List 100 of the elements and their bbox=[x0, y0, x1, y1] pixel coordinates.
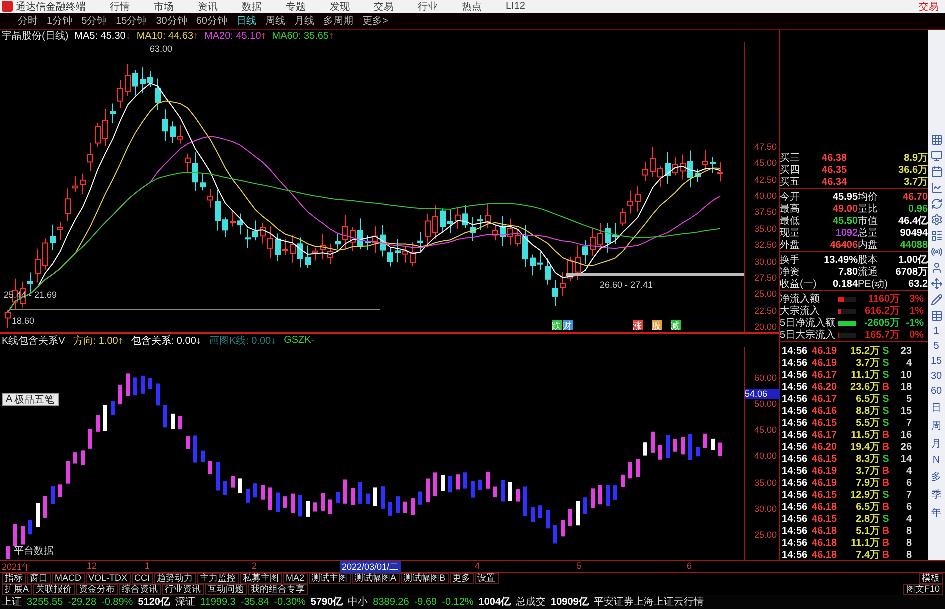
toolbar-icon[interactable] bbox=[930, 214, 942, 226]
indicator-tab[interactable]: 窗口 bbox=[27, 573, 51, 584]
period-tab[interactable]: 分时 bbox=[18, 14, 38, 28]
indicator-bar bbox=[644, 442, 648, 456]
period-shortcut[interactable]: 季 bbox=[932, 488, 942, 502]
candlestick bbox=[710, 156, 716, 174]
period-shortcut[interactable]: 15 bbox=[930, 356, 942, 367]
menu-item[interactable]: 行业 bbox=[418, 0, 438, 14]
period-shortcut[interactable]: 多 bbox=[932, 470, 942, 484]
extension-tab[interactable]: 关联报价 bbox=[33, 584, 76, 595]
menu-item[interactable]: 发现 bbox=[330, 0, 350, 14]
menu-item[interactable]: 数据 bbox=[242, 0, 262, 14]
period-tab[interactable]: 5分钟 bbox=[82, 14, 108, 28]
period-shortcut[interactable]: 30 bbox=[930, 371, 942, 382]
period-shortcut[interactable]: 日 bbox=[932, 401, 942, 415]
menu-item[interactable]: 市场 bbox=[154, 0, 174, 14]
indicator-tab[interactable]: 私募主图 bbox=[240, 573, 282, 584]
indicator-bar bbox=[254, 484, 258, 498]
indicator-tab[interactable]: 更多 bbox=[450, 573, 474, 584]
period-tab[interactable]: 30分钟 bbox=[156, 14, 188, 28]
indicator-bar bbox=[238, 478, 242, 494]
trade-side: S bbox=[882, 418, 890, 428]
period-shortcut[interactable]: 1 bbox=[934, 326, 940, 337]
candlestick bbox=[365, 234, 371, 251]
menu-item[interactable]: 资讯 bbox=[198, 0, 218, 14]
template-button[interactable]: 模板 bbox=[919, 573, 943, 584]
toolbar-icon[interactable] bbox=[930, 294, 942, 306]
indicator-bar bbox=[21, 526, 25, 545]
indicator-tab[interactable]: MACD bbox=[52, 573, 84, 584]
menu-item[interactable]: 专题 bbox=[286, 0, 306, 14]
candlestick bbox=[215, 190, 221, 232]
menu-item[interactable]: LI12 bbox=[506, 1, 526, 12]
period-tab[interactable]: 更多> bbox=[362, 14, 388, 28]
candlestick bbox=[590, 227, 596, 256]
indicator-bar bbox=[441, 475, 445, 492]
indicator-tab[interactable]: 主力监控 bbox=[197, 573, 240, 584]
indicator-bar bbox=[194, 436, 198, 463]
period-tab[interactable]: 多周期 bbox=[324, 14, 354, 28]
toolbar-icon[interactable] bbox=[930, 166, 942, 178]
period-shortcut[interactable]: 5 bbox=[934, 341, 940, 352]
indicator-tab[interactable]: 设置 bbox=[474, 573, 499, 584]
index-change: -9.69 bbox=[414, 596, 438, 608]
indicator-tab[interactable]: 趋势动力 bbox=[154, 573, 196, 584]
indicator-value: 画图K线: 0.00↓ bbox=[209, 334, 276, 348]
period-shortcut[interactable]: 60 bbox=[930, 386, 942, 397]
indicator-bar bbox=[598, 485, 602, 505]
period-tab[interactable]: 1分钟 bbox=[47, 14, 73, 28]
price-axis-label: 40.00 bbox=[754, 191, 777, 202]
toolbar-icon[interactable] bbox=[930, 230, 942, 242]
indicator-tab[interactable]: 指标 bbox=[2, 573, 26, 584]
period-tab[interactable]: 月线 bbox=[294, 14, 314, 28]
index-value: 8389.26 bbox=[373, 596, 410, 608]
fund-flow-percent: 0% bbox=[908, 330, 924, 340]
toolbar-icon[interactable] bbox=[930, 198, 942, 210]
indicator-tab[interactable]: 测试幅图B bbox=[400, 573, 449, 584]
candlestick bbox=[582, 240, 588, 265]
indicator-axis-label: 25.00 bbox=[754, 530, 777, 540]
period-shortcut[interactable]: 年 bbox=[932, 506, 942, 520]
period-shortcut[interactable]: 周 bbox=[932, 419, 942, 433]
extension-tab[interactable]: 互动问题 bbox=[205, 584, 248, 595]
fund-flow-percent: 3% bbox=[908, 294, 924, 304]
trade-button[interactable]: 交易 bbox=[919, 0, 939, 14]
period-tab[interactable]: 日线 bbox=[236, 14, 256, 28]
indicator-tab[interactable]: CCI bbox=[132, 573, 154, 584]
indicator-tab[interactable]: VOL-TDX bbox=[86, 573, 131, 584]
menu-item[interactable]: 热点 bbox=[462, 0, 482, 14]
order-book-price: 46.35 bbox=[822, 164, 848, 176]
toolbar-icon[interactable] bbox=[930, 134, 942, 146]
moving-average-value: MA60: 35.65↑ bbox=[272, 30, 334, 42]
extension-tab[interactable]: 我的组合专享 bbox=[248, 584, 308, 595]
trade-count: 7 bbox=[905, 418, 912, 428]
period-tab[interactable]: 周线 bbox=[266, 14, 286, 28]
candlestick bbox=[575, 245, 581, 282]
f10-button[interactable]: 图文F10 bbox=[903, 584, 943, 595]
period-tab[interactable]: 15分钟 bbox=[116, 14, 148, 28]
candlestick bbox=[680, 154, 686, 180]
extension-tab[interactable]: 行业资讯 bbox=[162, 584, 204, 595]
indicator-tab[interactable]: MA2 bbox=[283, 573, 308, 584]
period-shortcut[interactable]: 月 bbox=[932, 437, 942, 451]
period-shortcut[interactable]: N bbox=[932, 455, 940, 466]
toolbar-icon[interactable] bbox=[930, 278, 942, 290]
toolbar-icon[interactable] bbox=[930, 262, 942, 274]
price-axis-label: 35.00 bbox=[754, 224, 777, 234]
toolbar-icon[interactable] bbox=[930, 150, 942, 162]
indicator-bar bbox=[711, 438, 715, 450]
period-tab[interactable]: 60分钟 bbox=[196, 14, 228, 28]
indicator-bar bbox=[126, 374, 130, 396]
ime-toolbar[interactable]: A 极品五笔 bbox=[2, 393, 59, 406]
menu-item[interactable]: 交易 bbox=[374, 0, 394, 14]
indicator-tab[interactable]: 测试幅图A bbox=[352, 573, 400, 584]
indicator-tab[interactable]: 测试主图 bbox=[308, 573, 351, 584]
trade-count: 15 bbox=[900, 406, 912, 416]
extension-tab[interactable]: 资金分布 bbox=[76, 584, 118, 595]
toolbar-icon[interactable] bbox=[930, 182, 942, 194]
trade-side: S bbox=[882, 514, 890, 524]
toolbar-icon[interactable] bbox=[930, 246, 942, 258]
extension-tab[interactable]: 综合资讯 bbox=[119, 584, 162, 595]
candlestick bbox=[312, 247, 318, 262]
menu-item[interactable]: 行情 bbox=[110, 0, 130, 14]
toolbar-icon[interactable] bbox=[930, 310, 942, 322]
